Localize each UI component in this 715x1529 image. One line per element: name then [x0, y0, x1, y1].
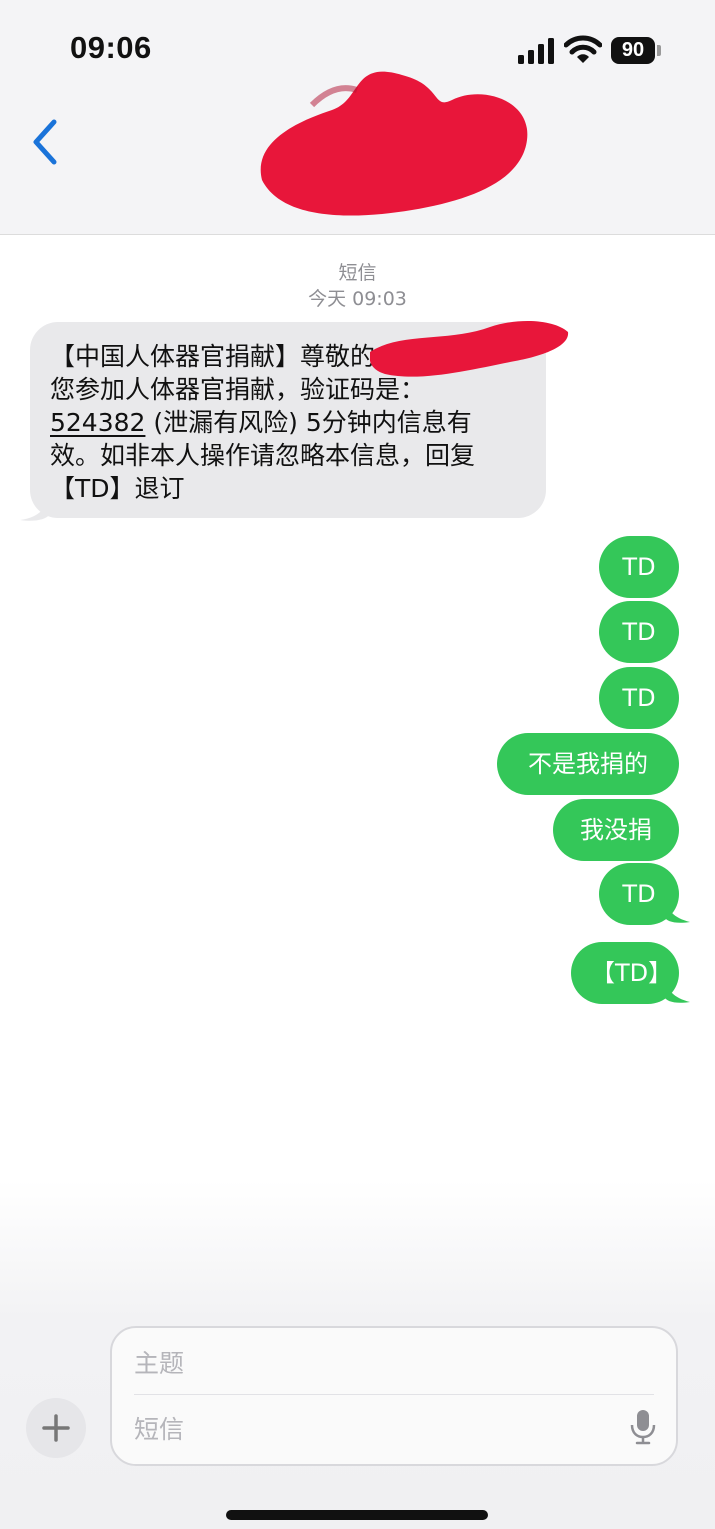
message-line: 【TD】退订	[50, 474, 185, 503]
composer-divider	[134, 1394, 654, 1395]
recipient-name-redaction	[370, 320, 569, 377]
cellular-signal-icon	[518, 38, 554, 64]
battery-cap	[657, 45, 661, 56]
outgoing-bubble-tail	[664, 896, 690, 923]
verification-code[interactable]: 524382	[50, 408, 145, 437]
thread-timestamp: 今天 09:03	[308, 288, 407, 310]
conversation-header	[0, 71, 715, 235]
message-text: (泄漏有风险) 5分钟内信息有	[153, 408, 472, 437]
outgoing-message-bubble[interactable]: TD	[599, 667, 679, 729]
contact-name-redaction	[260, 71, 528, 216]
battery-indicator: 90	[611, 37, 655, 64]
outgoing-message-bubble[interactable]: TD	[599, 536, 679, 598]
chevron-left-icon[interactable]	[24, 116, 68, 168]
outgoing-bubble-tail	[664, 976, 690, 1003]
message-line: 524382 (泄漏有风险) 5分钟内信息有	[50, 406, 526, 439]
thread-channel-label: 短信	[338, 262, 377, 284]
message-input[interactable]: 短信	[134, 1410, 184, 1446]
home-indicator	[226, 1510, 488, 1520]
status-time: 09:06	[70, 30, 152, 65]
messages-screen: 09:06 90 短信 今天 09:03 【中国人体器官捐献】尊敬的 您参加人体…	[0, 0, 715, 1529]
microphone-icon[interactable]	[628, 1408, 658, 1446]
message-composer: 主题 短信	[110, 1326, 678, 1466]
outgoing-message-bubble[interactable]: 【TD】	[571, 942, 679, 1004]
plus-icon[interactable]	[26, 1398, 86, 1458]
subject-input[interactable]: 主题	[134, 1344, 184, 1380]
outgoing-message-bubble[interactable]: 不是我捐的	[497, 733, 679, 795]
outgoing-message-bubble[interactable]: 我没捐	[553, 799, 679, 861]
wifi-icon	[564, 35, 602, 63]
outgoing-message-bubble[interactable]: TD	[599, 601, 679, 663]
message-line: 效。如非本人操作请忽略本信息，回复	[50, 441, 476, 470]
